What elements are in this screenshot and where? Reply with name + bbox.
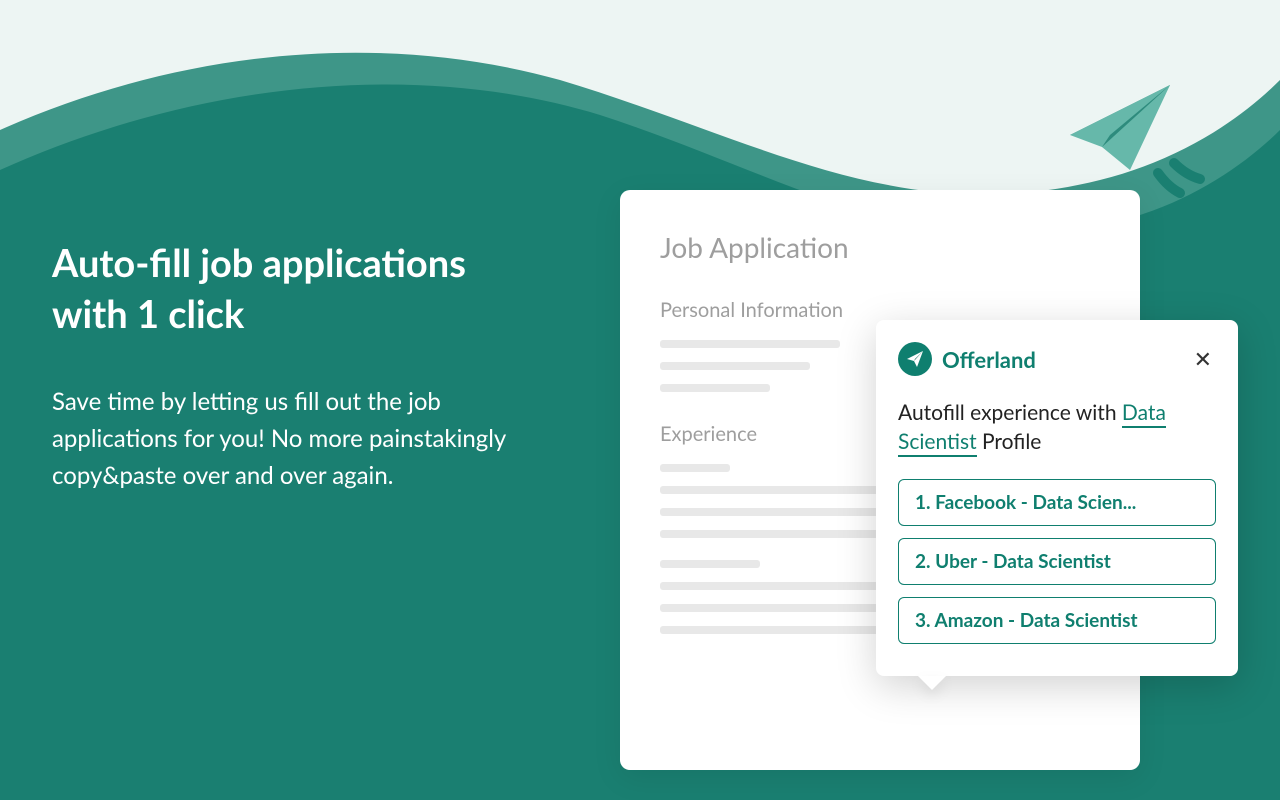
- skeleton-line: [660, 508, 880, 516]
- autofill-option[interactable]: 1. Facebook - Data Scien...: [898, 479, 1216, 526]
- prompt-suffix: Profile: [977, 429, 1042, 454]
- skeleton-line: [660, 464, 730, 472]
- autofill-popup: Offerland ✕ Autofill experience with Dat…: [876, 320, 1238, 676]
- hero-body: Save time by letting us fill out the job…: [52, 383, 522, 495]
- hero-copy: Auto-fill job applications with 1 click …: [52, 238, 522, 494]
- skeleton-line: [660, 384, 770, 392]
- offerland-logo-icon: [898, 342, 932, 376]
- hero-headline: Auto-fill job applications with 1 click: [52, 238, 522, 341]
- skeleton-line: [660, 560, 760, 568]
- skeleton-line: [660, 530, 880, 538]
- skeleton-line: [660, 362, 810, 370]
- app-title: Job Application: [660, 230, 1100, 264]
- popup-tail: [918, 676, 946, 690]
- popup-prompt: Autofill experience with Data Scientist …: [898, 398, 1216, 457]
- autofill-option[interactable]: 3. Amazon - Data Scientist: [898, 597, 1216, 644]
- popup-brand: Offerland: [942, 346, 1190, 373]
- autofill-option[interactable]: 2. Uber - Data Scientist: [898, 538, 1216, 585]
- prompt-prefix: Autofill experience with: [898, 400, 1122, 425]
- skeleton-line: [660, 486, 880, 494]
- close-icon[interactable]: ✕: [1190, 346, 1216, 372]
- popup-header: Offerland ✕: [898, 342, 1216, 376]
- skeleton-line: [660, 340, 840, 348]
- section-personal-info: Personal Information: [660, 298, 1100, 322]
